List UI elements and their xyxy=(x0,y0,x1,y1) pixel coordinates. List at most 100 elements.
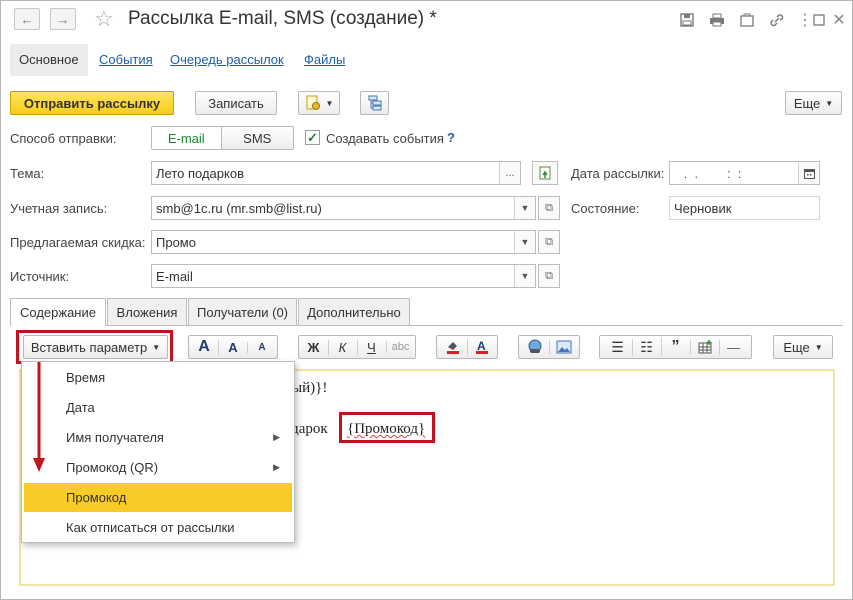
menu-item-unsubscribe[interactable]: Как отписаться от рассылки xyxy=(22,513,294,542)
menu-item-label: Как отписаться от рассылки xyxy=(66,520,235,535)
menu-item-recipient-name[interactable]: Имя получателя ▶ xyxy=(22,423,294,452)
strikethrough-icon[interactable]: abc xyxy=(385,341,415,353)
source-open-button[interactable]: ⧉ xyxy=(538,264,560,288)
font-size-group: A A A xyxy=(188,335,278,359)
text-color-icon[interactable]: A xyxy=(466,339,496,355)
menu-item-promo-qr[interactable]: Промокод (QR) ▶ xyxy=(22,453,294,482)
send-method-label: Способ отправки: xyxy=(10,131,117,146)
discount-value: Промо xyxy=(156,234,196,250)
account-value: smb@1c.ru (mr.smb@list.ru) xyxy=(156,200,322,216)
quote-icon[interactable]: ” xyxy=(660,338,690,356)
create-events-label[interactable]: Создавать события xyxy=(326,131,444,146)
send-mailing-button[interactable]: Отправить рассылку xyxy=(10,91,174,115)
horizontal-line-icon[interactable]: — xyxy=(718,339,748,355)
background-color-icon[interactable] xyxy=(439,339,467,355)
source-label: Источник: xyxy=(10,269,70,284)
discount-open-button[interactable]: ⧉ xyxy=(538,230,560,254)
chevron-right-icon: ▶ xyxy=(273,462,280,472)
window-title: Рассылка E-mail, SMS (создание) * xyxy=(128,8,437,29)
source-value: E-mail xyxy=(156,268,193,284)
insert-parameter-dropdown: Время Дата Имя получателя ▶ Промокод (QR)… xyxy=(21,361,295,543)
insert-table-icon[interactable] xyxy=(689,340,719,354)
editor-more-label: Еще xyxy=(783,339,810,355)
create-based-on-button[interactable]: ▼ xyxy=(298,91,340,115)
subject-label: Тема: xyxy=(10,166,45,181)
create-events-checkbox[interactable]: ✓ xyxy=(305,130,320,145)
italic-button[interactable]: К xyxy=(327,339,357,355)
send-method-toggle[interactable]: E-mail SMS xyxy=(151,126,294,150)
promo-code-highlight xyxy=(339,412,435,443)
font-increase-button[interactable]: A xyxy=(218,339,247,355)
arrow-right-icon: → xyxy=(56,11,70,27)
subject-input[interactable]: Лето подарков ... xyxy=(151,161,521,185)
favorite-star-icon[interactable]: ☆ xyxy=(94,6,114,32)
paragraph-group: ☰ ☷ ” — xyxy=(599,335,752,359)
link-icon[interactable] xyxy=(766,9,788,31)
menu-item-date[interactable]: Дата xyxy=(22,393,294,422)
menu-item-label: Время xyxy=(66,370,106,385)
font-decrease-button[interactable]: A xyxy=(247,341,276,353)
tab-recipients[interactable]: Получатели (0) xyxy=(188,298,297,325)
numbered-list-icon[interactable]: ☷ xyxy=(631,338,661,356)
document-arrow-icon xyxy=(538,166,552,180)
chevron-down-icon[interactable]: ▼ xyxy=(514,197,535,219)
send-method-email[interactable]: E-mail xyxy=(152,127,222,149)
insert-media-group xyxy=(518,335,580,359)
svg-text:A: A xyxy=(477,339,486,353)
forward-button[interactable]: → xyxy=(50,8,76,30)
account-input[interactable]: smb@1c.ru (mr.smb@list.ru) ▼ xyxy=(151,196,536,220)
bullet-list-icon[interactable]: ☰ xyxy=(604,339,632,356)
account-label: Учетная запись: xyxy=(10,201,108,216)
tab-attachments[interactable]: Вложения xyxy=(107,298,187,325)
save-icon[interactable] xyxy=(676,9,698,31)
tab-files[interactable]: Файлы xyxy=(304,44,345,76)
state-label: Состояние: xyxy=(571,201,640,216)
chevron-down-icon[interactable]: ▼ xyxy=(514,265,535,287)
tab-additional[interactable]: Дополнительно xyxy=(298,298,410,325)
insert-image-icon[interactable] xyxy=(548,340,578,354)
color-group: A xyxy=(436,335,498,359)
state-value: Черновик xyxy=(669,196,820,220)
chevron-right-icon: ▶ xyxy=(273,432,280,442)
chevron-down-icon[interactable]: ▼ xyxy=(514,231,535,253)
font-size-button[interactable]: A xyxy=(190,338,218,356)
send-method-sms[interactable]: SMS xyxy=(221,127,293,149)
chevron-down-icon: ▼ xyxy=(825,98,834,108)
open-icon: ⧉ xyxy=(545,269,553,282)
tab-content[interactable]: Содержание xyxy=(10,298,106,326)
more-actions-button[interactable]: Еще ▼ xyxy=(785,91,842,115)
source-input[interactable]: E-mail ▼ xyxy=(151,264,536,288)
calendar-icon[interactable] xyxy=(798,162,819,184)
date-input[interactable]: . . : : xyxy=(669,161,820,185)
subject-action-button[interactable] xyxy=(532,161,558,185)
account-open-button[interactable]: ⧉ xyxy=(538,196,560,220)
menu-item-time[interactable]: Время xyxy=(22,363,294,392)
red-arrow-icon xyxy=(33,362,45,472)
menu-item-label: Промокод (QR) xyxy=(66,460,159,475)
open-icon: ⧉ xyxy=(545,235,553,248)
editor-more-button[interactable]: Еще ▼ xyxy=(773,335,833,359)
insert-link-icon[interactable] xyxy=(521,339,549,355)
tab-events[interactable]: События xyxy=(99,44,153,76)
maximize-icon[interactable] xyxy=(808,9,830,31)
close-icon[interactable]: ✕ xyxy=(828,9,850,31)
underline-button[interactable]: Ч xyxy=(356,339,386,355)
tab-queue[interactable]: Очередь рассылок xyxy=(170,44,284,76)
discount-input[interactable]: Промо ▼ xyxy=(151,230,536,254)
structure-button[interactable] xyxy=(360,91,389,115)
write-button[interactable]: Записать xyxy=(195,91,277,115)
menu-item-label: Имя получателя xyxy=(66,430,164,445)
text-style-group: Ж К Ч abc xyxy=(298,335,416,359)
menu-item-promo[interactable]: Промокод xyxy=(24,483,292,512)
tab-main[interactable]: Основное xyxy=(10,44,88,76)
subject-select-button[interactable]: ... xyxy=(499,162,520,184)
document-gear-icon xyxy=(305,95,321,111)
back-button[interactable]: ← xyxy=(14,8,40,30)
insert-parameter-highlight xyxy=(16,330,173,364)
subject-value: Лето подарков xyxy=(156,165,244,181)
bold-button[interactable]: Ж xyxy=(300,340,328,355)
attachment-icon[interactable] xyxy=(736,9,758,31)
print-icon[interactable] xyxy=(706,9,728,31)
arrow-left-icon: ← xyxy=(20,11,34,27)
help-icon[interactable]: ? xyxy=(447,130,455,145)
